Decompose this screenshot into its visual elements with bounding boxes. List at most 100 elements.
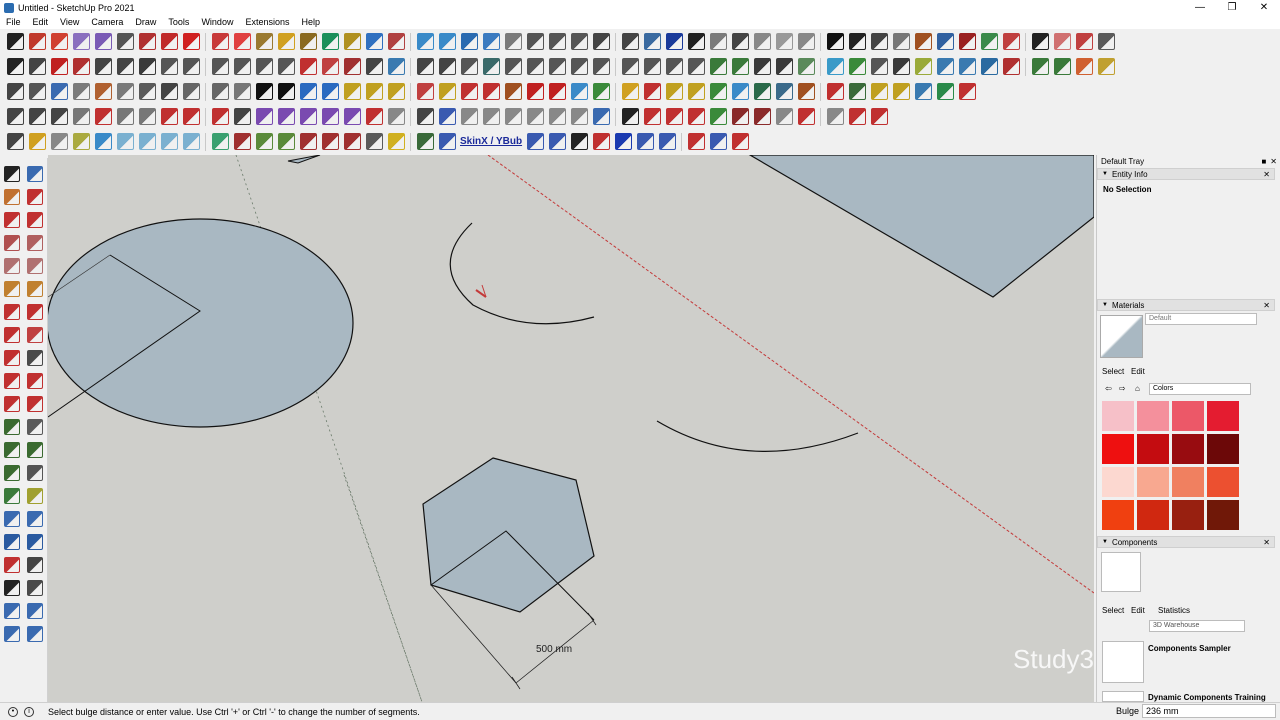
- skinx-ybub-label[interactable]: SkinX / YBub: [460, 136, 522, 147]
- toolbar-tool-icon[interactable]: [299, 33, 317, 50]
- geo-location-icon[interactable]: •: [8, 706, 18, 717]
- toolbar-tool-icon[interactable]: [775, 33, 793, 50]
- toolbar-tool-icon[interactable]: [1031, 58, 1049, 75]
- large-tool-icon[interactable]: [27, 327, 43, 343]
- toolbar-tool-icon[interactable]: [211, 83, 229, 100]
- material-library-select[interactable]: Colors: [1149, 383, 1251, 395]
- material-swatch[interactable]: [1137, 500, 1169, 530]
- toolbar-tool-icon[interactable]: [643, 33, 661, 50]
- toolbar-tool-icon[interactable]: [233, 58, 251, 75]
- toolbar-tool-icon[interactable]: [72, 83, 90, 100]
- toolbar-tool-icon[interactable]: [277, 133, 295, 150]
- large-tool-icon[interactable]: [27, 281, 43, 297]
- toolbar-tool-icon[interactable]: [775, 58, 793, 75]
- menu-file[interactable]: File: [0, 15, 27, 29]
- components-header[interactable]: ▼ Components ✕: [1097, 536, 1275, 548]
- large-tool-icon[interactable]: [27, 212, 43, 228]
- toolbar-tool-icon[interactable]: [365, 33, 383, 50]
- large-tool-icon[interactable]: [4, 534, 20, 550]
- toolbar-tool-icon[interactable]: [255, 133, 273, 150]
- measurements-input[interactable]: 236 mm: [1142, 704, 1276, 718]
- toolbar-tool-icon[interactable]: [365, 58, 383, 75]
- toolbar-tool-icon[interactable]: [753, 33, 771, 50]
- toolbar-tool-icon[interactable]: [848, 58, 866, 75]
- toolbar-tool-icon[interactable]: [343, 108, 361, 125]
- toolbar-tool-icon[interactable]: [416, 33, 434, 50]
- large-tool-icon[interactable]: [27, 626, 43, 642]
- toolbar-tool-icon[interactable]: [6, 83, 24, 100]
- menu-edit[interactable]: Edit: [27, 15, 55, 29]
- toolbar-tool-icon[interactable]: [870, 108, 888, 125]
- toolbar-tool-icon[interactable]: [438, 33, 456, 50]
- components-tab-select[interactable]: Select: [1102, 606, 1124, 615]
- toolbar-tool-icon[interactable]: [255, 58, 273, 75]
- toolbar-tool-icon[interactable]: [116, 133, 134, 150]
- toolbar-tool-icon[interactable]: [28, 83, 46, 100]
- toolbar-tool-icon[interactable]: [526, 83, 544, 100]
- large-tool-icon[interactable]: [4, 281, 20, 297]
- toolbar-tool-icon[interactable]: [343, 133, 361, 150]
- toolbar-tool-icon[interactable]: [826, 58, 844, 75]
- material-swatch[interactable]: [1172, 500, 1204, 530]
- toolbar-tool-icon[interactable]: [299, 83, 317, 100]
- toolbar-tool-icon[interactable]: [709, 108, 727, 125]
- toolbar-tool-icon[interactable]: [50, 58, 68, 75]
- toolbar-tool-icon[interactable]: [343, 33, 361, 50]
- toolbar-tool-icon[interactable]: [138, 133, 156, 150]
- material-swatch[interactable]: [1207, 467, 1239, 497]
- material-swatch[interactable]: [1102, 401, 1134, 431]
- material-swatch[interactable]: [1102, 500, 1134, 530]
- large-tool-icon[interactable]: [27, 258, 43, 274]
- toolbar-tool-icon[interactable]: [299, 58, 317, 75]
- toolbar-tool-icon[interactable]: [1031, 33, 1049, 50]
- large-tool-icon[interactable]: [4, 327, 20, 343]
- toolbar-tool-icon[interactable]: [892, 33, 910, 50]
- toolbar-tool-icon[interactable]: [343, 58, 361, 75]
- toolbar-tool-icon[interactable]: [416, 83, 434, 100]
- material-swatch[interactable]: [1102, 434, 1134, 464]
- materials-tab-edit[interactable]: Edit: [1131, 367, 1145, 376]
- component-item-dynamic-training[interactable]: Dynamic Components Training: [1148, 693, 1266, 702]
- toolbar-tool-icon[interactable]: [980, 58, 998, 75]
- toolbar-tool-icon[interactable]: [211, 133, 229, 150]
- material-swatch[interactable]: [1102, 467, 1134, 497]
- toolbar-tool-icon[interactable]: [526, 58, 544, 75]
- material-swatch[interactable]: [1172, 401, 1204, 431]
- toolbar-tool-icon[interactable]: [592, 108, 610, 125]
- model-canvas[interactable]: [48, 155, 1094, 702]
- toolbar-tool-icon[interactable]: [1053, 33, 1071, 50]
- toolbar-tool-icon[interactable]: [1002, 58, 1020, 75]
- toolbar-tool-icon[interactable]: [6, 58, 24, 75]
- toolbar-tool-icon[interactable]: [6, 33, 24, 50]
- toolbar-tool-icon[interactable]: [643, 58, 661, 75]
- forward-arrow-icon[interactable]: ⇨: [1119, 384, 1126, 393]
- toolbar-tool-icon[interactable]: [775, 108, 793, 125]
- toolbar-tool-icon[interactable]: [28, 58, 46, 75]
- toolbar-tool-icon[interactable]: [775, 83, 793, 100]
- toolbar-tool-icon[interactable]: [709, 33, 727, 50]
- toolbar-tool-icon[interactable]: [255, 83, 273, 100]
- toolbar-tool-icon[interactable]: [116, 108, 134, 125]
- toolbar-tool-icon[interactable]: [160, 83, 178, 100]
- toolbar-tool-icon[interactable]: [658, 133, 676, 150]
- menu-tools[interactable]: Tools: [162, 15, 195, 29]
- toolbar-tool-icon[interactable]: [592, 58, 610, 75]
- toolbar-tool-icon[interactable]: [50, 33, 68, 50]
- toolbar-tool-icon[interactable]: [526, 108, 544, 125]
- menu-camera[interactable]: Camera: [85, 15, 129, 29]
- toolbar-tool-icon[interactable]: [1075, 58, 1093, 75]
- large-tool-icon[interactable]: [4, 350, 20, 366]
- toolbar-tool-icon[interactable]: [28, 133, 46, 150]
- toolbar-tool-icon[interactable]: [570, 133, 588, 150]
- toolbar-tool-icon[interactable]: [936, 83, 954, 100]
- toolbar-tool-icon[interactable]: [321, 133, 339, 150]
- menu-draw[interactable]: Draw: [129, 15, 162, 29]
- toolbar-tool-icon[interactable]: [1097, 58, 1115, 75]
- toolbar-tool-icon[interactable]: [958, 83, 976, 100]
- material-swatch[interactable]: [1207, 434, 1239, 464]
- toolbar-tool-icon[interactable]: [321, 33, 339, 50]
- menu-window[interactable]: Window: [195, 15, 239, 29]
- toolbar-tool-icon[interactable]: [321, 108, 339, 125]
- maximize-button[interactable]: ❐: [1216, 0, 1248, 15]
- toolbar-tool-icon[interactable]: [665, 108, 683, 125]
